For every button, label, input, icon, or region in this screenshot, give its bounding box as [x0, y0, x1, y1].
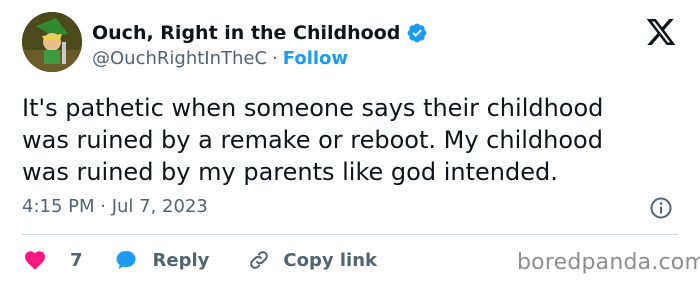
- tweet-text-line: was ruined by a remake or reboot. My chi…: [22, 126, 603, 154]
- like-count: 7: [70, 249, 83, 271]
- link-icon: [247, 248, 271, 272]
- like-button[interactable]: 7: [22, 248, 83, 272]
- tweet-timestamp[interactable]: 4:15 PM · Jul 7, 2023: [22, 196, 208, 217]
- copy-link-button[interactable]: Copy link: [247, 248, 377, 272]
- author-display-name[interactable]: Ouch, Right in the Childhood: [92, 22, 400, 44]
- avatar[interactable]: [22, 12, 82, 72]
- tweet-text-line: was ruined by my parents like god intend…: [22, 158, 558, 186]
- verified-badge-icon: [406, 22, 428, 44]
- watermark: boredpanda.com: [517, 250, 700, 275]
- copy-link-label: Copy link: [283, 249, 377, 271]
- follow-button[interactable]: Follow: [283, 48, 348, 69]
- reply-button[interactable]: Reply: [113, 248, 210, 272]
- tweet-text-line: It's pathetic when someone says their ch…: [22, 94, 604, 122]
- author-handle-row: @OuchRightInTheC · Follow: [92, 48, 348, 69]
- action-bar: 7 Reply Copy link: [22, 246, 377, 274]
- author-handle[interactable]: @OuchRightInTheC: [92, 48, 267, 69]
- divider: [22, 234, 678, 235]
- tweet-text: It's pathetic when someone says their ch…: [22, 92, 682, 188]
- tweet-card: Ouch, Right in the Childhood @OuchRightI…: [0, 0, 700, 287]
- speech-bubble-icon: [113, 248, 139, 272]
- x-logo-icon[interactable]: [644, 16, 678, 48]
- info-icon[interactable]: [649, 196, 673, 220]
- reply-label: Reply: [152, 249, 210, 271]
- author-name-row: Ouch, Right in the Childhood: [92, 22, 428, 44]
- heart-icon: [22, 248, 48, 272]
- separator-dot: ·: [272, 48, 278, 69]
